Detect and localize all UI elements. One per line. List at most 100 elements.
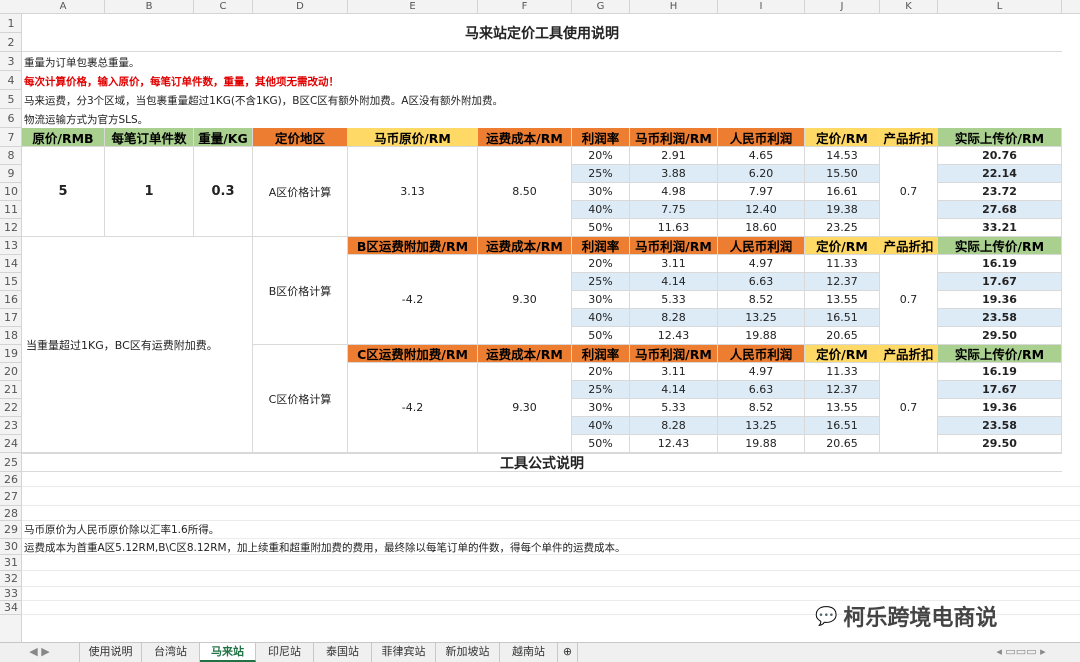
formula-title[interactable]: 工具公式说明	[22, 453, 1062, 472]
row-header-27[interactable]: 27	[0, 487, 22, 506]
sheet-tab-4[interactable]: 印尼站	[256, 643, 314, 662]
column-header-G[interactable]: G	[572, 0, 630, 14]
sheet-tab-6[interactable]: 菲律宾站	[372, 643, 436, 662]
column-header-E[interactable]: E	[348, 0, 478, 14]
zone-discount[interactable]: 0.7	[880, 147, 938, 237]
row-header-1[interactable]: 1	[0, 14, 22, 33]
row-header-19[interactable]: 19	[0, 345, 22, 363]
zone-discount[interactable]: 0.7	[880, 255, 938, 345]
tab-scroll-arrows[interactable]: ◀ ▶	[0, 643, 80, 662]
row-header-34[interactable]: 34	[0, 601, 22, 615]
header-price[interactable]: 定价/RM	[805, 128, 880, 147]
row-header-10[interactable]: 10	[0, 183, 22, 201]
cell-rmb-profit[interactable]: 18.60	[718, 219, 805, 237]
sheet-title[interactable]: 马来站定价工具使用说明	[22, 14, 1062, 52]
cell-price[interactable]: 13.55	[805, 291, 880, 309]
row-header-31[interactable]: 31	[0, 555, 22, 571]
bc-surcharge-note[interactable]: 当重量超过1KG，BC区有运费附加费。	[22, 237, 253, 453]
cell-price[interactable]: 16.61	[805, 183, 880, 201]
cell-rmb-profit[interactable]: 13.25	[718, 309, 805, 327]
row-header-7[interactable]: 7	[0, 128, 22, 147]
zone-ship-cost[interactable]: 9.30	[478, 255, 572, 345]
cell-margin[interactable]: 25%	[572, 381, 630, 399]
cell-margin[interactable]: 20%	[572, 363, 630, 381]
cell-margin[interactable]: 30%	[572, 183, 630, 201]
header-price[interactable]: 定价/RM	[805, 237, 880, 255]
cell-price[interactable]: 16.51	[805, 309, 880, 327]
cell-upload-price[interactable]: 29.50	[938, 435, 1062, 453]
row-header-30[interactable]: 30	[0, 539, 22, 555]
cell-margin[interactable]: 25%	[572, 273, 630, 291]
zone-myr-or-surcharge[interactable]: 3.13	[348, 147, 478, 237]
sheet-tab-5[interactable]: 泰国站	[314, 643, 372, 662]
cell-price[interactable]: 11.33	[805, 363, 880, 381]
column-header-I[interactable]: I	[718, 0, 805, 14]
cell-rmb-profit[interactable]: 6.63	[718, 273, 805, 291]
cell-rmb-profit[interactable]: 6.20	[718, 165, 805, 183]
cell-myr-profit[interactable]: 3.11	[630, 363, 718, 381]
cell-margin[interactable]: 50%	[572, 327, 630, 345]
column-header-H[interactable]: H	[630, 0, 718, 14]
cell-myr-profit[interactable]: 12.43	[630, 327, 718, 345]
cell-upload-price[interactable]: 22.14	[938, 165, 1062, 183]
cell-price[interactable]: 14.53	[805, 147, 880, 165]
header-ship-cost[interactable]: 运费成本/RM	[478, 237, 572, 255]
cell-myr-profit[interactable]: 8.28	[630, 417, 718, 435]
row-header-2[interactable]: 2	[0, 33, 22, 52]
row-header-25[interactable]: 25	[0, 453, 22, 472]
cell-myr-profit[interactable]: 4.98	[630, 183, 718, 201]
sheet-tab-1[interactable]: 使用说明	[80, 643, 142, 662]
header-upload[interactable]: 实际上传价/RM	[938, 128, 1062, 147]
header-myr-profit[interactable]: 马币利润/RM	[630, 128, 718, 147]
cell-margin[interactable]: 40%	[572, 201, 630, 219]
sheet-tab-3[interactable]: 马来站	[200, 643, 256, 662]
cell-upload-price[interactable]: 17.67	[938, 273, 1062, 291]
add-sheet-icon[interactable]: ⊕	[558, 643, 578, 662]
row-header-18[interactable]: 18	[0, 327, 22, 345]
cell-margin[interactable]: 20%	[572, 255, 630, 273]
cell-price[interactable]: 20.65	[805, 327, 880, 345]
column-header-F[interactable]: F	[478, 0, 572, 14]
row-header-12[interactable]: 12	[0, 219, 22, 237]
input-weight[interactable]: 0.3	[194, 147, 253, 237]
header-discount[interactable]: 产品折扣	[880, 237, 938, 255]
cell-rmb-profit[interactable]: 19.88	[718, 327, 805, 345]
row-header-13[interactable]: 13	[0, 237, 22, 255]
header-ship-cost[interactable]: 运费成本/RM	[478, 345, 572, 363]
header-margin[interactable]: 利润率	[572, 128, 630, 147]
input-orig-price[interactable]: 5	[22, 147, 105, 237]
cell-upload-price[interactable]: 23.58	[938, 309, 1062, 327]
cell-myr-profit[interactable]: 12.43	[630, 435, 718, 453]
column-header-J[interactable]: J	[805, 0, 880, 14]
header-discount[interactable]: 产品折扣	[880, 128, 938, 147]
header-rmb-profit[interactable]: 人民币利润	[718, 345, 805, 363]
sheet-tab-8[interactable]: 越南站	[500, 643, 558, 662]
header-region[interactable]: 定价地区	[253, 128, 348, 147]
cell-rmb-profit[interactable]: 4.97	[718, 255, 805, 273]
zone-label[interactable]: C区价格计算	[253, 345, 348, 453]
cell-upload-price[interactable]: 19.36	[938, 399, 1062, 417]
cell-upload-price[interactable]: 33.21	[938, 219, 1062, 237]
cell-rmb-profit[interactable]: 6.63	[718, 381, 805, 399]
sheet-tab-7[interactable]: 新加坡站	[436, 643, 500, 662]
header-myr-price[interactable]: 马币原价/RM	[348, 128, 478, 147]
cell-rmb-profit[interactable]: 19.88	[718, 435, 805, 453]
cell-price[interactable]: 19.38	[805, 201, 880, 219]
row-header-23[interactable]: 23	[0, 417, 22, 435]
cell-margin[interactable]: 40%	[572, 309, 630, 327]
cell-rmb-profit[interactable]: 8.52	[718, 399, 805, 417]
row-header-33[interactable]: 33	[0, 587, 22, 601]
header-zone-surcharge[interactable]: C区运费附加费/RM	[348, 345, 478, 363]
cell-rmb-profit[interactable]: 8.52	[718, 291, 805, 309]
header-margin[interactable]: 利润率	[572, 237, 630, 255]
header-upload[interactable]: 实际上传价/RM	[938, 237, 1062, 255]
cell-rmb-profit[interactable]: 12.40	[718, 201, 805, 219]
column-header-D[interactable]: D	[253, 0, 348, 14]
header-weight[interactable]: 重量/KG	[194, 128, 253, 147]
cell-margin[interactable]: 20%	[572, 147, 630, 165]
cell-rmb-profit[interactable]: 7.97	[718, 183, 805, 201]
row-header-11[interactable]: 11	[0, 201, 22, 219]
cell-price[interactable]: 15.50	[805, 165, 880, 183]
cell-margin[interactable]: 50%	[572, 435, 630, 453]
cell-price[interactable]: 12.37	[805, 273, 880, 291]
